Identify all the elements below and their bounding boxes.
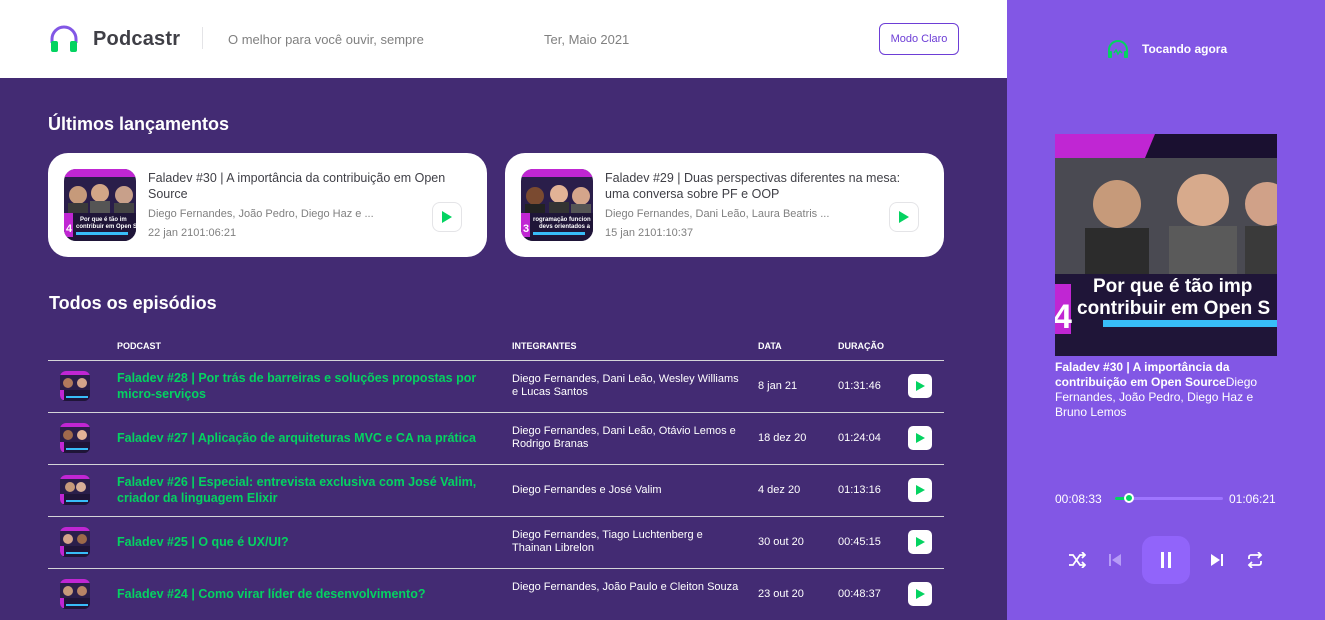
shuffle-button[interactable] [1066, 549, 1088, 571]
all-episodes-title: Todos os episódios [49, 293, 217, 313]
play-button[interactable] [908, 374, 932, 398]
play-icon [915, 485, 925, 495]
episode-title-link[interactable]: Faladev #26 | Especial: entrevista exclu… [117, 474, 477, 506]
shuffle-icon [1069, 552, 1086, 568]
theme-toggle-button[interactable]: Modo Claro [879, 23, 959, 55]
latest-releases-title: Últimos lançamentos [48, 114, 230, 134]
svg-text:rogramação funcion: rogramação funcion [533, 217, 591, 223]
play-button[interactable] [908, 426, 932, 450]
cover-text-line-2: contribuir em Open S [1077, 298, 1270, 319]
episode-members: Diego Fernandes e José Valim [512, 484, 662, 496]
play-button[interactable] [908, 582, 932, 606]
player-cover-image: 4 Por que é tão imp contribuir em Open S [1055, 134, 1277, 356]
episode-thumbnail [60, 527, 90, 557]
table-row: Faladev #25 | O que é UX/UI? Diego Ferna… [48, 516, 944, 568]
play-button[interactable] [908, 478, 932, 502]
episode-duration: 00:48:37 [838, 588, 881, 600]
player-panel: Tocando agora 4 Por que é tão imp contri… [1007, 0, 1325, 620]
episode-members: Diego Fernandes, Dani Leão, Laura Beatri… [605, 208, 830, 220]
previous-icon [1109, 554, 1121, 566]
column-header-date: DATA [758, 341, 782, 351]
episode-thumbnail: 4 Por que é tão im contribuir em Open S [64, 169, 136, 241]
episode-title-link[interactable]: Faladev #24 | Como virar líder de desenv… [117, 586, 477, 602]
episode-duration: 01:24:04 [838, 432, 881, 444]
episode-date-duration: 15 jan 2101:10:37 [605, 227, 694, 239]
episode-title-link[interactable]: Faladev #27 | Aplicação de arquiteturas … [117, 430, 477, 446]
table-row: Faladev #28 | Por trás de barreiras e so… [48, 360, 944, 412]
current-time: 00:08:33 [1055, 492, 1102, 506]
latest-episode-card[interactable]: 4 Por que é tão im contribuir em Open S … [48, 153, 487, 257]
cover-text-line-1: Por que é tão imp [1093, 276, 1252, 297]
play-icon [915, 433, 925, 443]
logo-text: Podcastr [93, 28, 181, 50]
episode-date: 8 jan 21 [758, 380, 798, 392]
svg-text:Por que é tão im: Por que é tão im [80, 217, 127, 223]
previous-button[interactable] [1104, 549, 1126, 571]
player-episode-title: Faladev #30 | A importância da contribui… [1055, 360, 1230, 389]
total-time: 01:06:21 [1229, 492, 1276, 506]
episode-date: 18 dez 20 [758, 432, 807, 444]
repeat-button[interactable] [1244, 549, 1266, 571]
cover-number: 4 [1055, 298, 1072, 336]
player-episode-info: Faladev #30 | A importância da contribui… [1055, 360, 1285, 420]
episode-title-link[interactable]: Faladev #25 | O que é UX/UI? [117, 534, 477, 550]
table-row: Faladev #26 | Especial: entrevista exclu… [48, 464, 944, 516]
episode-members: Diego Fernandes, Dani Leão, Wesley Willi… [512, 373, 739, 398]
episode-date: 4 dez 20 [758, 484, 801, 496]
play-icon [915, 589, 925, 599]
now-playing-label: Tocando agora [1142, 42, 1228, 56]
episode-title[interactable]: Faladev #29 | Duas perspectivas diferent… [605, 170, 925, 202]
column-header-members: INTEGRANTES [512, 341, 577, 351]
episode-thumbnail [60, 579, 90, 609]
episode-members: Diego Fernandes, João Paulo e Cleiton So… [512, 581, 739, 593]
episode-members: Diego Fernandes, Dani Leão, Otávio Lemos… [512, 425, 736, 450]
svg-text:devs orientados a: devs orientados a [539, 224, 591, 230]
play-icon [899, 211, 909, 223]
column-header-duration: DURAÇÃO [838, 341, 884, 351]
current-date: Ter, Maio 2021 [544, 32, 630, 47]
episode-date-duration: 22 jan 2101:06:21 [148, 227, 237, 239]
svg-text:3: 3 [523, 223, 529, 235]
episode-thumbnail: 3 rogramação funcion devs orientados a [521, 169, 593, 241]
header-divider [202, 27, 203, 49]
header: Podcastr O melhor para você ouvir, sempr… [0, 0, 1007, 78]
play-button[interactable] [889, 202, 919, 232]
pause-icon [1161, 552, 1171, 568]
play-button[interactable] [432, 202, 462, 232]
column-header-podcast: PODCAST [117, 341, 162, 351]
table-row: Faladev #24 | Como virar líder de desenv… [48, 568, 944, 620]
episode-title-link[interactable]: Faladev #28 | Por trás de barreiras e so… [117, 370, 477, 402]
now-playing-icon [1108, 40, 1128, 58]
episode-date: 30 out 20 [758, 536, 804, 548]
episode-members: Diego Fernandes, Tiago Luchtenberg e Tha… [512, 529, 703, 554]
next-button[interactable] [1206, 549, 1228, 571]
episode-members: Diego Fernandes, João Pedro, Diego Haz e… [148, 208, 374, 220]
episode-date: 23 out 20 [758, 588, 804, 600]
repeat-icon [1247, 552, 1263, 568]
play-icon [915, 381, 925, 391]
pause-button[interactable] [1142, 536, 1190, 584]
episode-thumbnail [60, 423, 90, 453]
play-button[interactable] [908, 530, 932, 554]
table-row: Faladev #27 | Aplicação de arquiteturas … [48, 412, 944, 464]
latest-episode-card[interactable]: 3 rogramação funcion devs orientados a F… [505, 153, 944, 257]
episode-duration: 01:13:16 [838, 484, 881, 496]
headphones-logo-icon [50, 25, 78, 52]
svg-text:4: 4 [66, 223, 73, 235]
next-icon [1211, 554, 1223, 566]
play-icon [915, 537, 925, 547]
progress-slider[interactable] [1115, 493, 1223, 503]
svg-text:contribuir em Open S: contribuir em Open S [76, 224, 136, 230]
episode-duration: 01:31:46 [838, 380, 881, 392]
tagline: O melhor para você ouvir, sempre [228, 32, 424, 47]
episode-thumbnail [60, 475, 90, 505]
progress-handle[interactable] [1123, 493, 1134, 503]
episode-thumbnail [60, 371, 90, 401]
play-icon [442, 211, 452, 223]
episode-duration: 00:45:15 [838, 536, 881, 548]
episode-title[interactable]: Faladev #30 | A importância da contribui… [148, 170, 468, 202]
